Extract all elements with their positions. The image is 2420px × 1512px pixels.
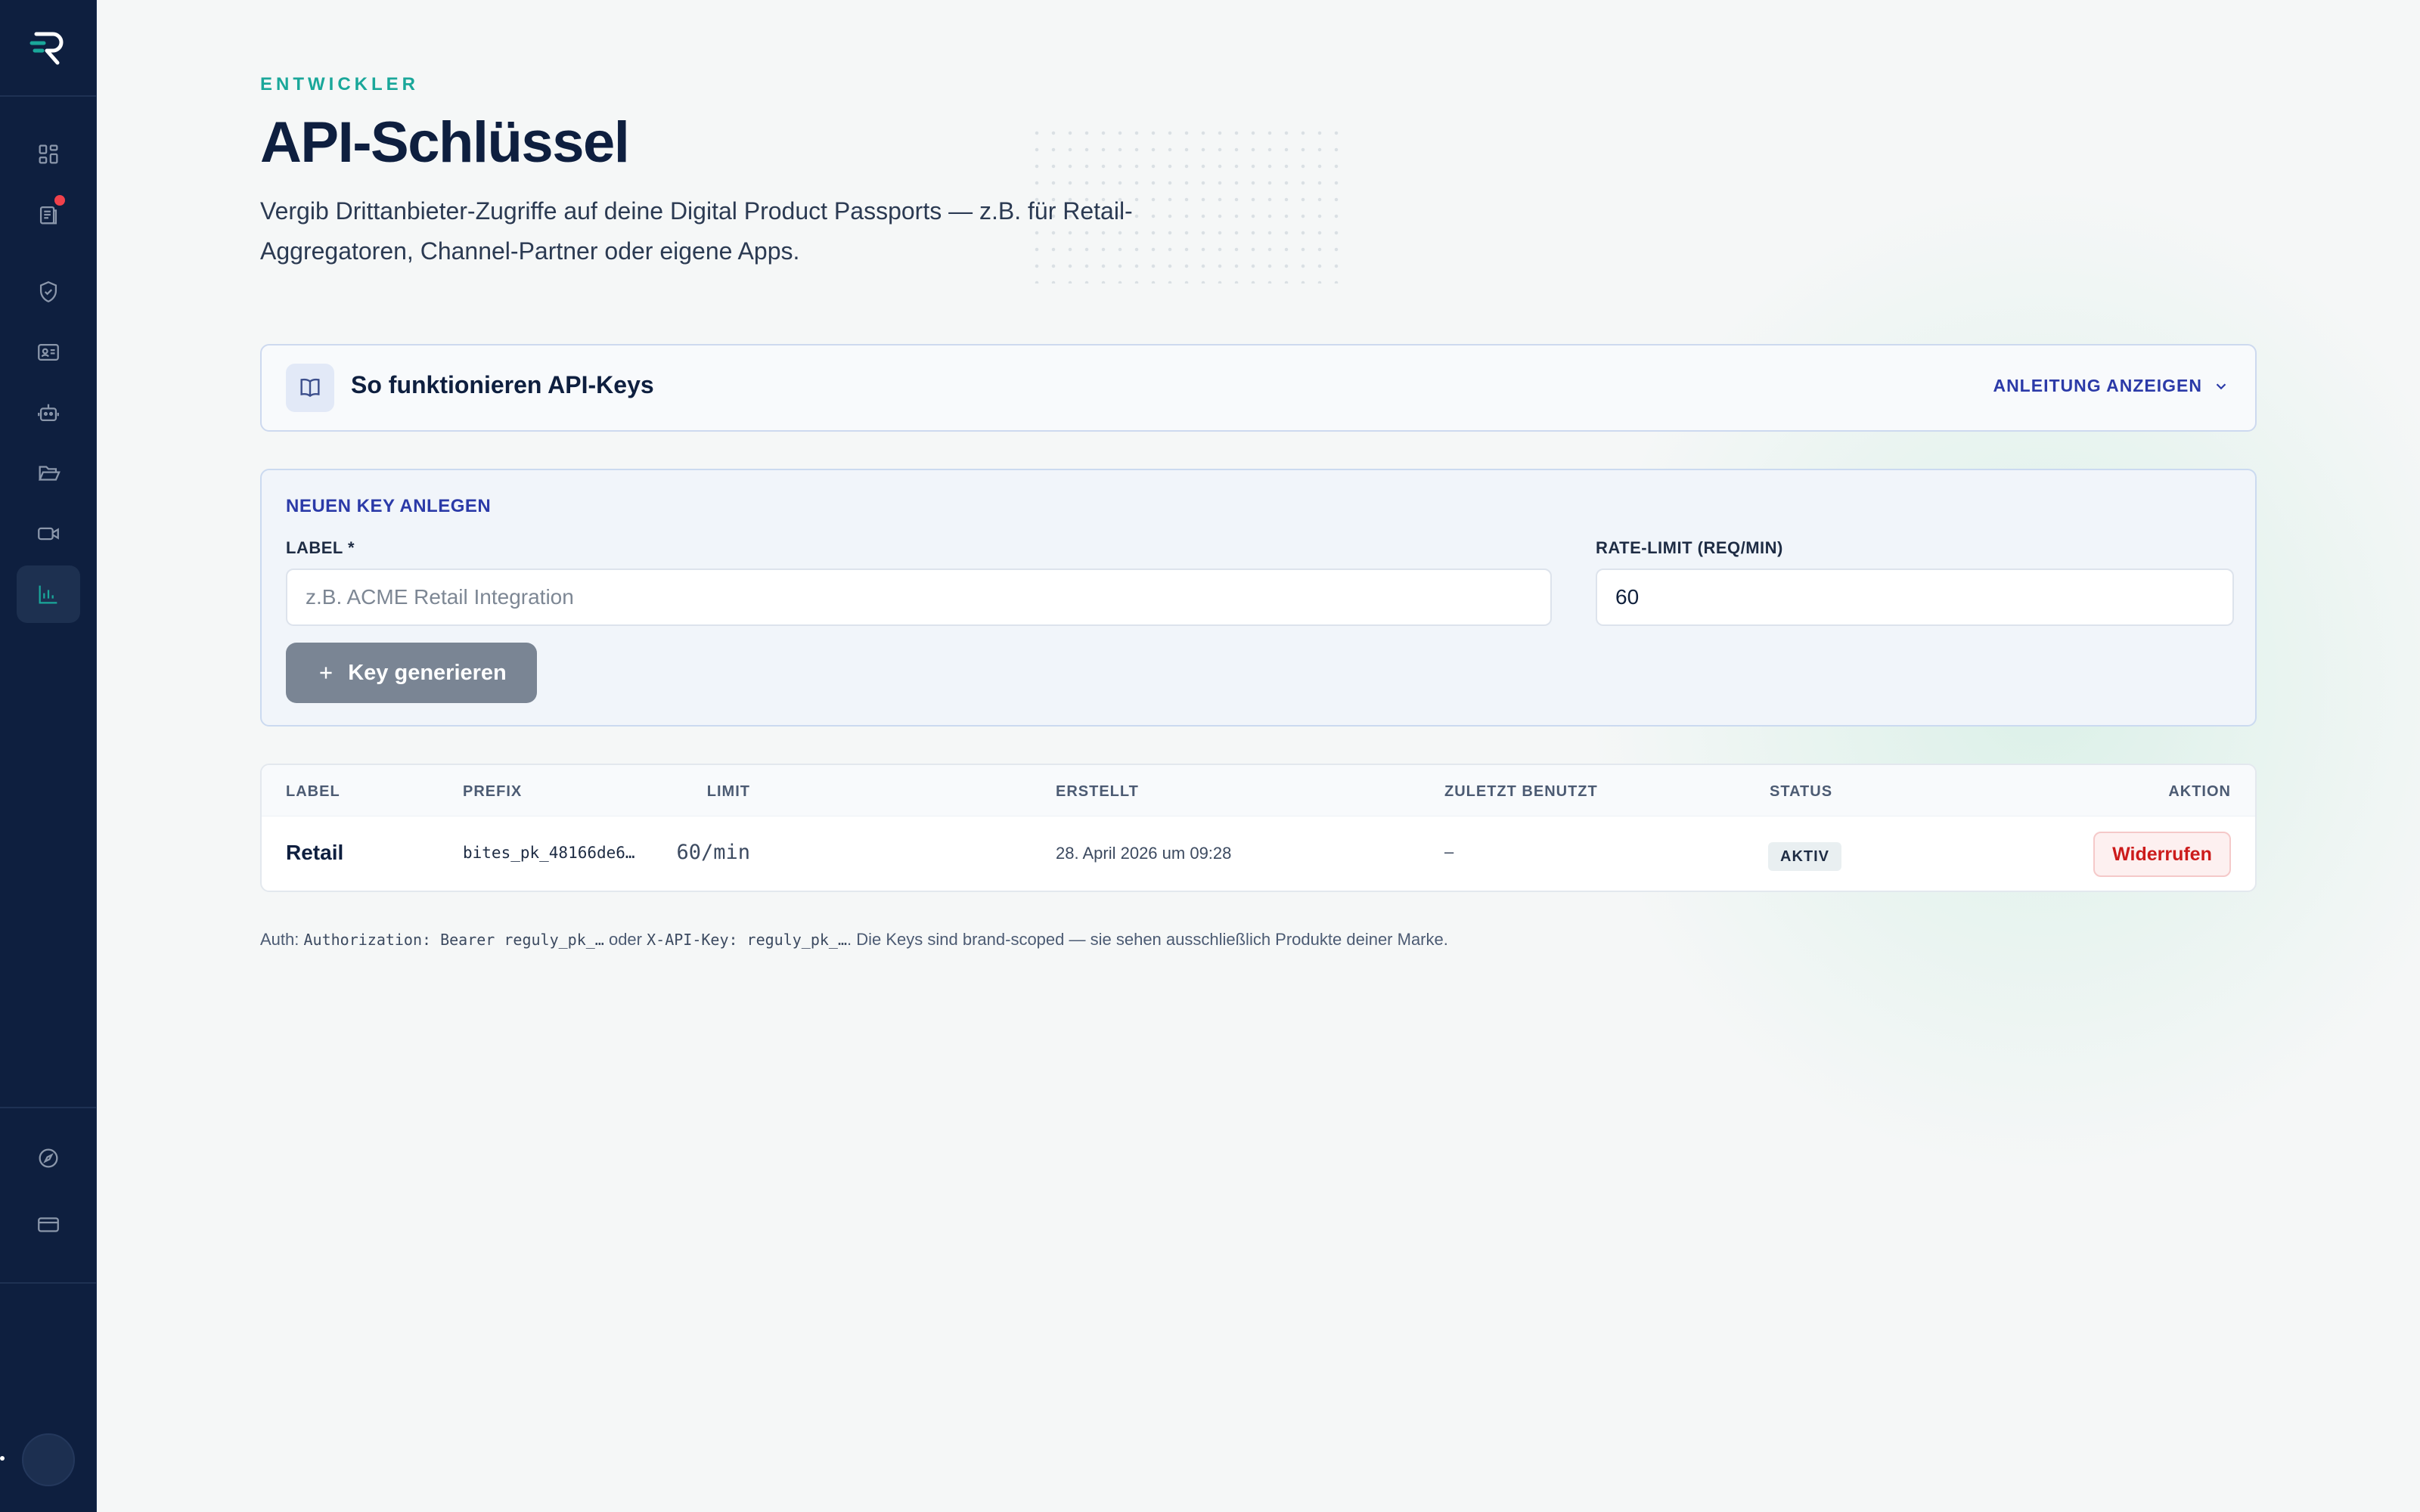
sidebar-item-automation[interactable] bbox=[17, 384, 80, 442]
clipboard-list-icon bbox=[39, 206, 57, 225]
label-field-label: LABEL * bbox=[286, 538, 355, 557]
col-created: ERSTELLT bbox=[1056, 783, 1139, 800]
col-prefix: PREFIX bbox=[463, 783, 523, 800]
notification-dot bbox=[54, 195, 65, 206]
sidebar-divider bbox=[0, 1107, 97, 1108]
id-card-icon bbox=[38, 343, 59, 361]
sidebar-item-tasks[interactable] bbox=[17, 186, 80, 243]
rate-limit-input[interactable] bbox=[1596, 569, 2234, 626]
book-open-icon bbox=[300, 378, 320, 398]
sidebar-item-media[interactable] bbox=[17, 505, 80, 562]
create-key-heading: NEUEN KEY ANLEGEN bbox=[286, 496, 492, 516]
footnote-middle: oder bbox=[603, 930, 647, 949]
page-title: API-Schlüssel bbox=[260, 110, 630, 175]
brand-r-logo bbox=[29, 32, 64, 65]
credit-card-icon bbox=[38, 1217, 59, 1232]
col-last-used: ZULETZT BENUTZT bbox=[1444, 783, 1598, 800]
page-description: Vergib Drittanbieter-Zugriffe auf deine … bbox=[260, 197, 1133, 265]
video-camera-icon bbox=[38, 527, 59, 541]
row-limit: 60/min bbox=[676, 841, 750, 864]
brand-logo[interactable] bbox=[0, 0, 97, 97]
label-input[interactable] bbox=[286, 569, 1552, 626]
api-key-header-example: X-API-Key: reguly_pk_… bbox=[647, 931, 848, 949]
api-keys-guide[interactable]: So funktionieren API-Keys ANLEITUNG ANZE… bbox=[260, 344, 2257, 432]
col-limit: LIMIT bbox=[706, 783, 750, 800]
sidebar bbox=[0, 0, 97, 1512]
sidebar-item-billing[interactable] bbox=[17, 1196, 80, 1253]
table-header: LABEL PREFIX LIMIT ERSTELLT ZULETZT BENU… bbox=[262, 765, 2255, 816]
revoke-key-button[interactable]: Widerrufen bbox=[2093, 832, 2231, 877]
plus-icon bbox=[320, 667, 332, 679]
sidebar-item-compliance[interactable] bbox=[17, 263, 80, 321]
generate-key-label: Key generieren bbox=[348, 660, 507, 685]
col-action: AKTION bbox=[2168, 783, 2231, 800]
api-keys-table: LABEL PREFIX LIMIT ERSTELLT ZULETZT BENU… bbox=[260, 764, 2257, 892]
sidebar-item-identity[interactable] bbox=[17, 324, 80, 381]
create-key-card: NEUEN KEY ANLEGEN LABEL * RATE-LIMIT (RE… bbox=[260, 469, 2257, 727]
folder-open-icon bbox=[38, 466, 60, 481]
shield-check-icon bbox=[39, 281, 57, 302]
user-avatar[interactable] bbox=[22, 1433, 75, 1486]
guide-title: So funktionieren API-Keys bbox=[351, 371, 654, 398]
row-last-used: – bbox=[1444, 842, 1454, 861]
col-status: STATUS bbox=[1770, 783, 1833, 800]
section-eyebrow: ENTWICKLER bbox=[260, 74, 419, 94]
status-badge: AKTIV bbox=[1768, 842, 1841, 871]
row-prefix: bites_pk_48166de6… bbox=[463, 844, 635, 862]
row-created: 28. April 2026 um 09:28 bbox=[1056, 844, 1232, 863]
footnote-suffix: . Die Keys sind brand-scoped — sie sehen… bbox=[847, 930, 1448, 949]
compass-icon bbox=[39, 1148, 58, 1168]
guide-icon-box bbox=[286, 364, 334, 412]
auth-footnote: Auth: Authorization: Bearer reguly_pk_… … bbox=[260, 930, 1448, 950]
rate-limit-field-label: RATE-LIMIT (REQ/MIN) bbox=[1596, 538, 1783, 557]
show-guide-label: ANLEITUNG ANZEIGEN bbox=[1993, 376, 2202, 395]
collapse-handle[interactable] bbox=[0, 1456, 5, 1461]
sidebar-item-explore[interactable] bbox=[17, 1129, 80, 1187]
robot-icon bbox=[38, 404, 59, 422]
chevron-down-icon bbox=[2216, 383, 2226, 389]
sidebar-item-files[interactable] bbox=[17, 445, 80, 502]
row-label: Retail bbox=[286, 841, 344, 864]
sidebar-item-dashboard[interactable] bbox=[17, 125, 80, 183]
col-label: LABEL bbox=[286, 783, 340, 800]
bar-chart-icon bbox=[39, 585, 57, 604]
auth-header-example: Authorization: Bearer reguly_pk_… bbox=[303, 931, 604, 949]
generate-key-button[interactable]: Key generieren bbox=[286, 643, 537, 703]
footnote-prefix: Auth: bbox=[260, 930, 304, 949]
sidebar-divider bbox=[0, 1282, 97, 1284]
show-guide-toggle[interactable]: ANLEITUNG ANZEIGEN bbox=[1993, 376, 2229, 396]
dashboard-grid-icon bbox=[39, 144, 58, 164]
sidebar-item-developer[interactable] bbox=[17, 565, 80, 623]
